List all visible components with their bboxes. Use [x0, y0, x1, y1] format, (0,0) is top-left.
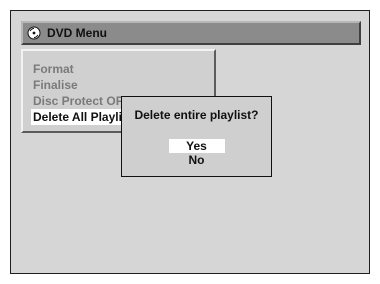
window-title-bar: DVD Menu [21, 21, 361, 45]
menu-item-format[interactable]: Format [31, 61, 214, 77]
delete-playlist-dialog: Delete entire playlist? Yes No [121, 96, 272, 177]
disc-icon [27, 26, 41, 40]
dialog-question: Delete entire playlist? [134, 108, 259, 122]
dialog-no-option[interactable]: No [169, 153, 225, 167]
menu-item-finalise[interactable]: Finalise [31, 77, 214, 93]
dialog-yes-option[interactable]: Yes [168, 139, 225, 153]
dvd-menu-screen: DVD Menu Format Finalise Disc Protect OF… [10, 10, 370, 274]
window-title: DVD Menu [47, 26, 107, 40]
